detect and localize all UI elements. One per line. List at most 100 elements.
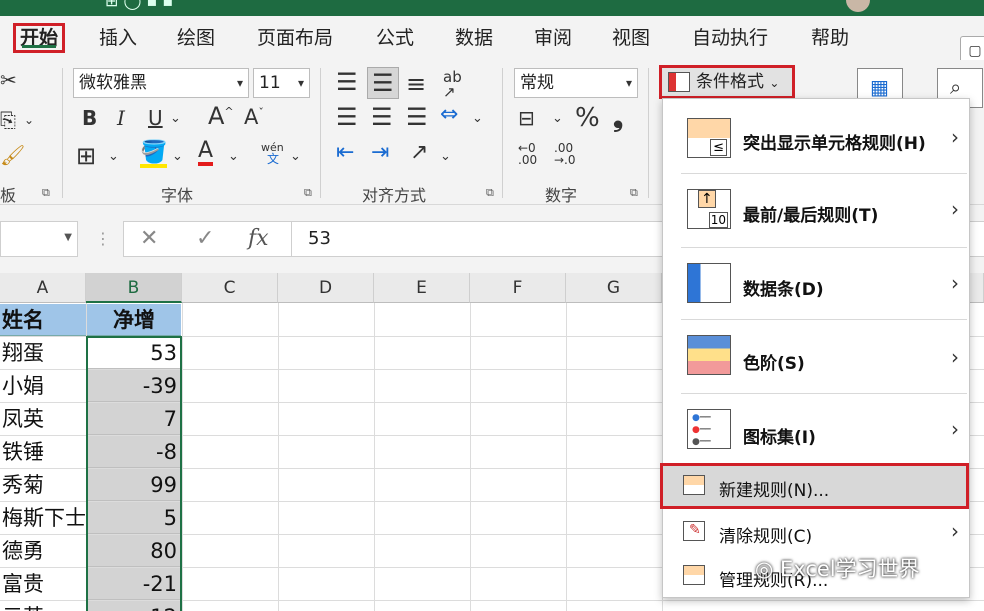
font-color-icon[interactable]: A [198,140,214,166]
menu-item-highlight-rules[interactable]: ≤ 突出显示单元格规则(H) › [663,103,969,173]
cell-value[interactable]: 12 [87,601,181,611]
tab-view[interactable]: 视图 [607,23,655,53]
column-header-a[interactable]: A [0,273,86,303]
column-header-g[interactable]: G [566,273,662,303]
name-box[interactable]: ▼ [0,221,78,257]
cell-name[interactable]: 德勇 [0,535,86,568]
highlight-rules-icon: ≤ [687,118,731,158]
text-direction-icon[interactable]: ↗ [410,142,428,164]
tab-page-layout[interactable]: 页面布局 [252,23,338,53]
bold-icon[interactable]: B [82,108,97,128]
less-equal-icon: ≤ [710,139,727,156]
text-direction-dropdown-icon[interactable]: ⌄ [440,150,451,163]
copy-icon[interactable]: ⎘ [0,110,16,130]
tab-help[interactable]: 帮助 [806,23,854,53]
clipboard-launcher-icon[interactable]: ⧉ [42,186,50,200]
align-top-icon[interactable]: ☰ [336,70,358,94]
borders-dropdown-icon[interactable]: ⌄ [108,150,119,163]
tab-automate[interactable]: 自动执行 [687,23,773,53]
font-name-select[interactable]: 微软雅黑 ▾ [73,68,249,98]
fill-dropdown-icon[interactable]: ⌄ [172,150,183,163]
cancel-icon[interactable]: ✕ [140,226,158,251]
orientation-icon[interactable]: ab ↗ [443,70,462,100]
menu-item-icon-sets[interactable]: ●── ●── ●── 图标集(I) › [663,395,969,465]
chevron-right-icon: › [951,197,959,221]
tab-formulas[interactable]: 公式 [371,23,419,53]
decrease-indent-icon[interactable]: ⇤ [336,142,354,164]
chevron-down-icon: ⌄ [769,76,780,90]
percent-icon[interactable]: % [575,105,600,131]
fill-color-icon[interactable]: 🪣 [140,142,168,168]
column-header-c[interactable]: C [182,273,278,303]
copy-dropdown-icon[interactable]: ⌄ [24,114,34,126]
font-color-dropdown-icon[interactable]: ⌄ [228,150,239,163]
cell-value[interactable]: 5 [87,502,181,534]
menu-item-clear-rules[interactable]: ✎ 清除规则(C) › [663,511,969,553]
font-launcher-icon[interactable]: ⧉ [304,186,312,200]
tab-home[interactable]: 开始 [13,23,66,53]
italic-icon[interactable]: I [117,108,125,128]
increase-font-icon[interactable]: A^ [208,104,234,128]
cell-value[interactable]: -39 [87,370,181,402]
enter-icon[interactable]: ✓ [196,226,214,251]
align-left-icon[interactable]: ☰ [336,105,358,129]
tab-insert[interactable]: 插入 [94,23,142,53]
tab-review[interactable]: 审阅 [529,23,577,53]
menu-item-color-scales[interactable]: 色阶(S) › [663,321,969,393]
accounting-icon[interactable]: ⊟ [518,108,535,128]
merge-dropdown-icon[interactable]: ⌄ [472,112,483,125]
avatar[interactable] [846,0,870,12]
align-right-icon[interactable]: ☰ [406,105,428,129]
cell-name[interactable]: 翔蛋 [0,337,86,370]
align-center-icon[interactable]: ☰ [371,105,393,129]
increase-indent-icon[interactable]: ⇥ [371,142,389,164]
borders-icon[interactable]: ⊞ [76,144,96,168]
column-header-b[interactable]: B [86,273,182,303]
insert-function-icon[interactable]: fx [248,226,269,251]
tab-data[interactable]: 数据 [450,23,498,53]
header-cell-name[interactable]: 姓名 [0,304,86,336]
decrease-font-icon[interactable]: Aˇ [244,107,264,128]
number-launcher-icon[interactable]: ⧉ [630,186,638,200]
cell-value[interactable]: 53 [87,337,181,369]
cell-name[interactable]: 凤英 [0,403,86,436]
column-header-e[interactable]: E [374,273,470,303]
phonetic-icon[interactable]: wén 文 [261,142,284,165]
menu-item-new-rule[interactable]: 新建规则(N)... [660,463,969,509]
decrease-decimal-icon[interactable]: .00 →.0 [554,142,576,166]
underline-dropdown-icon[interactable]: ⌄ [170,112,181,125]
cell-name[interactable]: 铁锤 [0,436,86,469]
alignment-launcher-icon[interactable]: ⧉ [486,186,494,200]
conditional-formatting-button[interactable]: 条件格式 ⌄ [659,65,795,99]
phonetic-dropdown-icon[interactable]: ⌄ [290,150,301,163]
wrap-text-icon[interactable]: ⇔ [440,104,458,126]
cell-value[interactable]: -21 [87,568,181,600]
menu-item-top-bottom-rules[interactable]: ↑ 10 最前/最后规则(T) › [663,175,969,247]
cell-name[interactable]: 小娟 [0,370,86,403]
font-size-select[interactable]: 11 ▾ [253,68,310,98]
number-format-select[interactable]: 常规 ▾ [514,68,638,98]
cell-name[interactable]: 富贵 [0,568,86,601]
cut-icon[interactable]: ✂ [0,70,17,90]
tab-draw[interactable]: 绘图 [172,23,220,53]
cell-name[interactable]: 秀菊 [0,469,86,502]
cell-value[interactable]: -8 [87,436,181,468]
cell-value[interactable]: 99 [87,469,181,501]
format-painter-icon[interactable]: 🖌 [0,145,25,165]
increase-decimal-icon[interactable]: ←0.00 [518,142,537,166]
cell-value[interactable]: 80 [87,535,181,567]
align-middle-button[interactable]: ☰ [367,67,399,99]
underline-icon[interactable]: U [148,108,163,128]
drag-handle-icon[interactable]: ⋮ [95,229,111,248]
menu-item-data-bars[interactable]: 数据条(D) › [663,249,969,319]
cell-name[interactable]: 梅斯下士 [0,502,86,535]
align-bottom-icon[interactable]: ≡ [406,72,426,96]
cell-value[interactable]: 7 [87,403,181,435]
column-header-d[interactable]: D [278,273,374,303]
font-name-value: 微软雅黑 [79,73,147,93]
accounting-dropdown-icon[interactable]: ⌄ [552,112,563,125]
comma-style-icon[interactable]: ❟ [613,105,623,131]
cell-name[interactable]: 元英 [0,601,86,611]
header-cell-change[interactable]: 净增 [87,304,181,336]
column-header-f[interactable]: F [470,273,566,303]
